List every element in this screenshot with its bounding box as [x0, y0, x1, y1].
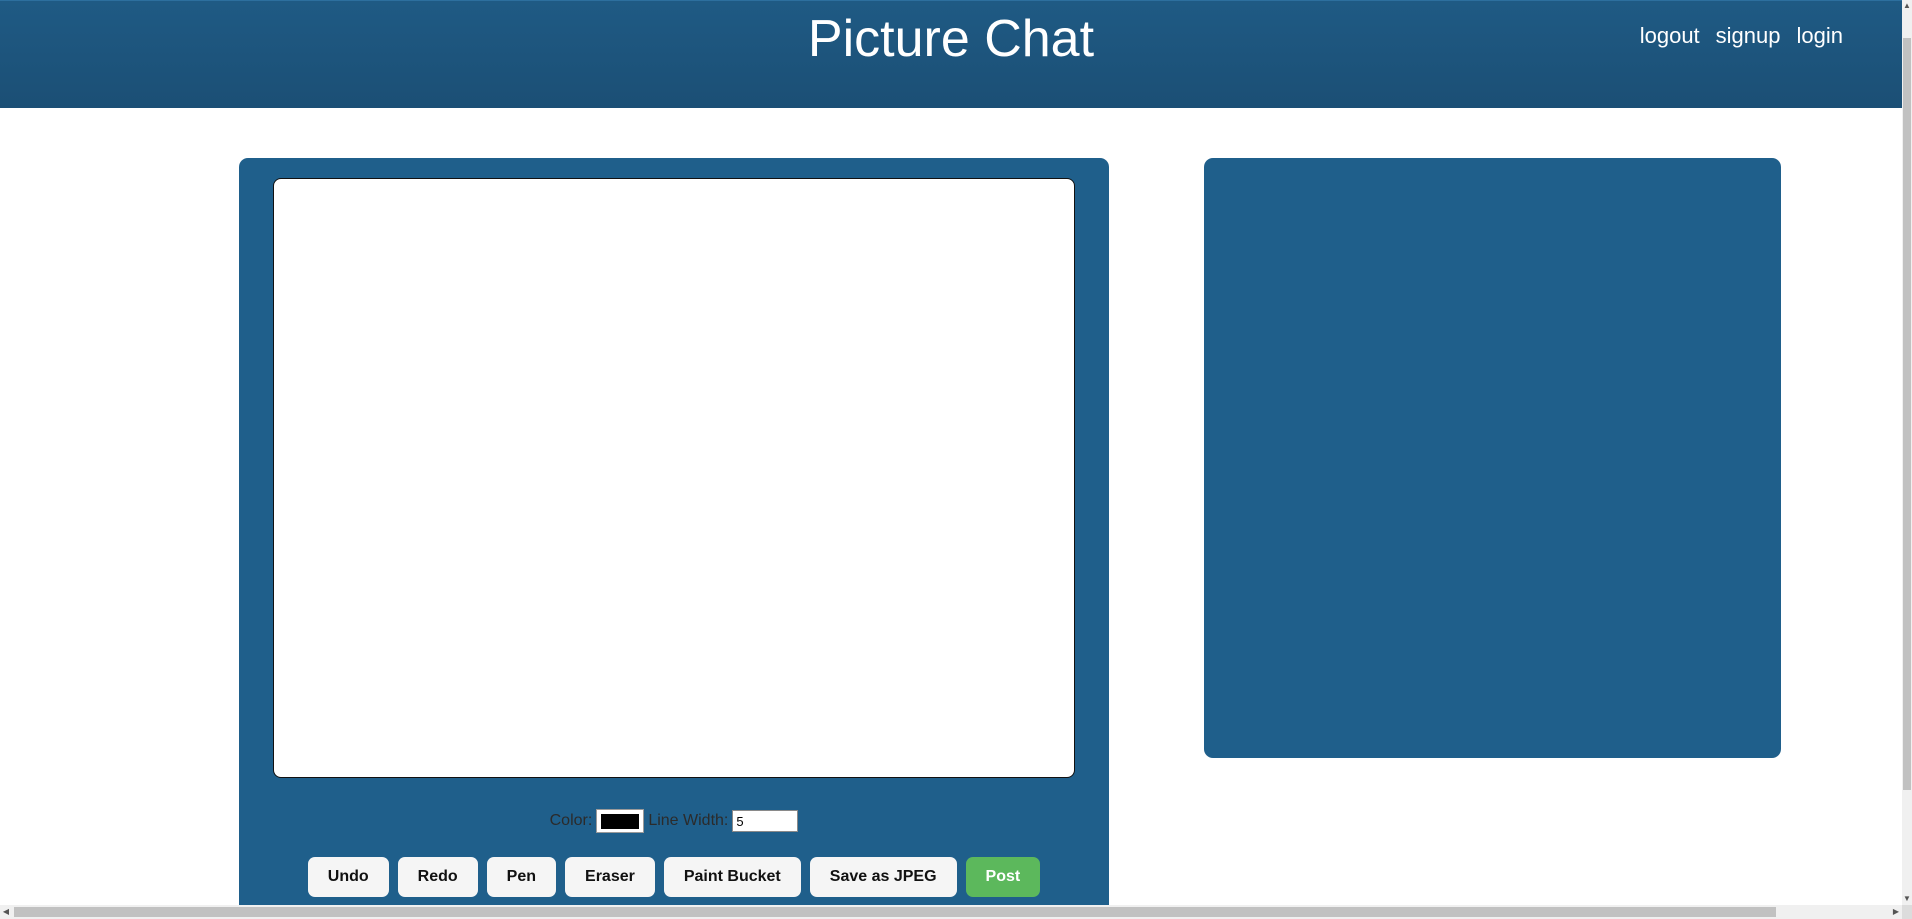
drawing-controls: Color: Line Width: [239, 809, 1109, 833]
color-picker-fill [601, 813, 640, 829]
logout-link[interactable]: logout [1640, 23, 1700, 49]
line-width-input[interactable] [732, 810, 799, 832]
redo-button[interactable]: Redo [397, 857, 478, 897]
vertical-scrollbar[interactable]: ▲ ▼ [1902, 0, 1912, 905]
top-bar: Picture Chat logout signup login [0, 0, 1902, 108]
nav-links: logout signup login [1640, 23, 1843, 49]
horizontal-scrollbar[interactable]: ◀ ▶ [0, 905, 1902, 919]
feed-panel [1204, 158, 1781, 758]
undo-button[interactable]: Undo [307, 857, 389, 897]
pen-button[interactable]: Pen [486, 857, 557, 897]
color-picker[interactable] [596, 809, 645, 833]
scroll-down-icon[interactable]: ▼ [1902, 893, 1912, 905]
color-label: Color: [549, 812, 593, 829]
scroll-left-icon[interactable]: ◀ [0, 905, 12, 919]
drawing-canvas[interactable] [273, 178, 1075, 778]
tool-buttons: Undo Redo Pen Eraser Paint Bucket Save a… [239, 857, 1109, 897]
scrollbar-corner [1902, 905, 1912, 919]
login-link[interactable]: login [1797, 23, 1843, 49]
vertical-scroll-thumb[interactable] [1903, 38, 1911, 790]
post-button[interactable]: Post [965, 857, 1041, 897]
scroll-right-icon[interactable]: ▶ [1890, 905, 1902, 919]
page: Picture Chat logout signup login Color: … [0, 0, 1902, 905]
line-width-label: Line Width: [648, 812, 729, 829]
horizontal-scroll-thumb[interactable] [14, 907, 1776, 917]
save-jpeg-button[interactable]: Save as JPEG [809, 857, 957, 897]
signup-link[interactable]: signup [1716, 23, 1781, 49]
scroll-up-icon[interactable]: ▲ [1902, 0, 1912, 12]
paint-bucket-button[interactable]: Paint Bucket [663, 857, 801, 897]
eraser-button[interactable]: Eraser [565, 857, 655, 897]
drawing-panel: Color: Line Width: Undo Redo Pen Eraser … [239, 158, 1109, 905]
site-title: Picture Chat [807, 10, 1095, 68]
